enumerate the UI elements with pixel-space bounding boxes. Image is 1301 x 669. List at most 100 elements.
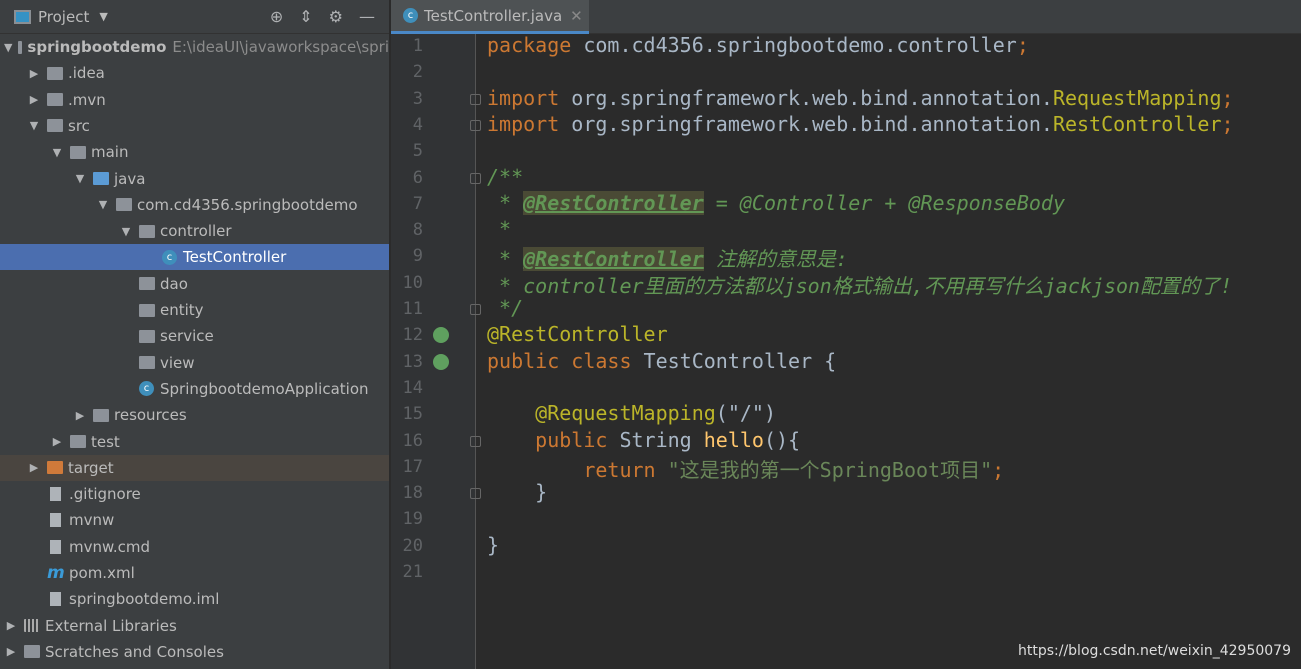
expand-arrow-icon[interactable]: ▶ [73, 409, 87, 422]
tree-item[interactable]: service [0, 323, 389, 349]
tree-item-label: com.cd4356.springbootdemo [137, 195, 358, 214]
code-line: import org.springframework.web.bind.anno… [487, 112, 1234, 136]
tab-testcontroller[interactable]: c TestController.java ✕ [391, 0, 589, 34]
tree-item[interactable]: ▶ External Libraries [0, 613, 389, 639]
code-line: public class TestController { [487, 349, 836, 373]
tree-item[interactable]: c SpringbootdemoApplication [0, 376, 389, 402]
tree-item[interactable]: .gitignore [0, 481, 389, 507]
tree-item[interactable]: ▼ com.cd4356.springbootdemo [0, 192, 389, 218]
expand-arrow-icon[interactable]: ▶ [27, 67, 41, 80]
code-line: public String hello(){ [487, 428, 800, 452]
tree-item[interactable]: ▼ java [0, 166, 389, 192]
code-token: * [487, 217, 512, 242]
fold-icon[interactable] [470, 119, 481, 131]
folder-icon [47, 93, 63, 107]
fold-icon[interactable] [470, 304, 481, 315]
code-token: RequestMapping [1052, 85, 1222, 110]
spring-bean-icon[interactable] [433, 353, 449, 370]
locate-icon[interactable]: ⊕ [270, 7, 283, 26]
close-icon[interactable]: ✕ [570, 7, 583, 25]
tree-item[interactable]: m pom.xml [0, 560, 389, 586]
code-token: return [487, 457, 668, 482]
expand-arrow-icon[interactable]: ▼ [27, 119, 41, 132]
line-number: 19 [402, 509, 423, 530]
folder-icon [93, 172, 109, 185]
code-line: /** [487, 165, 523, 189]
fold-icon[interactable] [470, 93, 481, 105]
code-token: @RestController [523, 190, 704, 215]
project-panel-header: Project ▼ ⊕ ⇕ ⚙ — [0, 0, 389, 34]
tree-item[interactable]: dao [0, 271, 389, 297]
tree-item-label: entity [160, 301, 204, 319]
minimize-icon[interactable]: — [359, 7, 375, 26]
expand-arrow-icon[interactable]: ▼ [4, 41, 12, 54]
gear-icon[interactable]: ⚙ [329, 7, 343, 26]
line-number: 5 [412, 141, 423, 162]
fold-icon[interactable] [470, 172, 481, 184]
class-icon: c [403, 8, 418, 23]
code-token: org.springframework.web.bind.annotation. [571, 85, 1053, 110]
fold-icon[interactable] [470, 488, 481, 500]
tree-item[interactable]: mvnw.cmd [0, 534, 389, 560]
tree-item-label: .gitignore [69, 485, 141, 504]
tree-item-label: resources [114, 406, 187, 425]
tree-item[interactable]: ▶ .mvn [0, 87, 389, 113]
code-token: * [487, 190, 524, 215]
code-line: * controller里面的方法都以json格式输出,不用再写什么jackjs… [487, 270, 1232, 299]
code-token: org.springframework.web.bind.annotation. [571, 111, 1053, 136]
code-token: TestController { [643, 348, 837, 373]
line-number: 7 [412, 193, 423, 214]
tree-item-label: TestController [183, 248, 287, 267]
line-number: 13 [402, 351, 423, 372]
chevron-down-icon[interactable]: ▼ [99, 10, 107, 23]
tree-item[interactable]: entity [0, 297, 389, 323]
tree-item[interactable]: mvnw [0, 507, 389, 533]
code-token: * controller里面的方法都以json格式输出,不用再写什么jackjs… [487, 273, 1233, 298]
project-icon [14, 9, 31, 24]
expand-arrow-icon[interactable]: ▼ [50, 146, 64, 159]
code-line: @RestController [487, 322, 668, 346]
line-number: 17 [402, 456, 423, 477]
code-token: import [487, 111, 572, 136]
line-number: 3 [412, 88, 423, 109]
code-token: RestController [1052, 111, 1222, 136]
gutter: 1 2 3 4 5 6 7 8 9 10 11 12 13 14 15 16 17 18 19 20 21 [391, 34, 476, 669]
tree-item[interactable]: ▼ main [0, 139, 389, 165]
tree-item[interactable]: c TestController [0, 244, 389, 271]
code-token: String [619, 427, 704, 452]
tree-item[interactable]: springbootdemo.iml [0, 586, 389, 612]
line-number: 20 [402, 535, 423, 556]
tree-item[interactable]: view [0, 350, 389, 376]
code-line: * @RestController = @Controller + @Respo… [487, 190, 1065, 215]
expand-arrow-icon[interactable]: ▶ [27, 461, 41, 474]
tree-item[interactable]: ▶ test [0, 429, 389, 455]
line-number: 14 [402, 377, 423, 398]
expand-arrow-icon[interactable]: ▼ [96, 198, 110, 211]
tree-item[interactable]: ▶ Scratches and Consoles [0, 639, 389, 665]
code-token: ; [1016, 33, 1029, 57]
class-icon: c [139, 381, 154, 397]
scratches-icon [24, 645, 40, 659]
collapse-icon[interactable]: ⇕ [299, 7, 312, 26]
expand-arrow-icon[interactable]: ▶ [50, 435, 64, 448]
tree-item[interactable]: ▶ target [0, 454, 389, 481]
fold-icon[interactable] [470, 435, 481, 447]
expand-arrow-icon[interactable]: ▼ [73, 172, 87, 185]
code-line: @RequestMapping("/") [487, 401, 776, 425]
tree-item[interactable]: ▼ src [0, 113, 389, 139]
code-token: hello [703, 427, 764, 452]
tree-item[interactable]: ▼ controller [0, 218, 389, 244]
tree-item[interactable]: ▶ .idea [0, 60, 389, 86]
tree-item[interactable]: ▶ resources [0, 402, 389, 428]
tree-item-label: pom.xml [69, 564, 135, 582]
project-title[interactable]: Project [38, 8, 89, 26]
expand-arrow-icon[interactable]: ▶ [4, 645, 18, 658]
folder-icon [70, 145, 86, 159]
project-panel: Project ▼ ⊕ ⇕ ⚙ — ▼ springbootdemo E:\idea… [0, 0, 390, 669]
line-number: 8 [412, 220, 423, 241]
expand-arrow-icon[interactable]: ▶ [27, 93, 41, 106]
tree-item[interactable]: ▼ springbootdemo E:\ideaUI\javaworkspace\s… [0, 34, 389, 60]
line-number: 9 [412, 246, 423, 267]
expand-arrow-icon[interactable]: ▼ [119, 225, 133, 238]
expand-arrow-icon[interactable]: ▶ [4, 619, 18, 632]
